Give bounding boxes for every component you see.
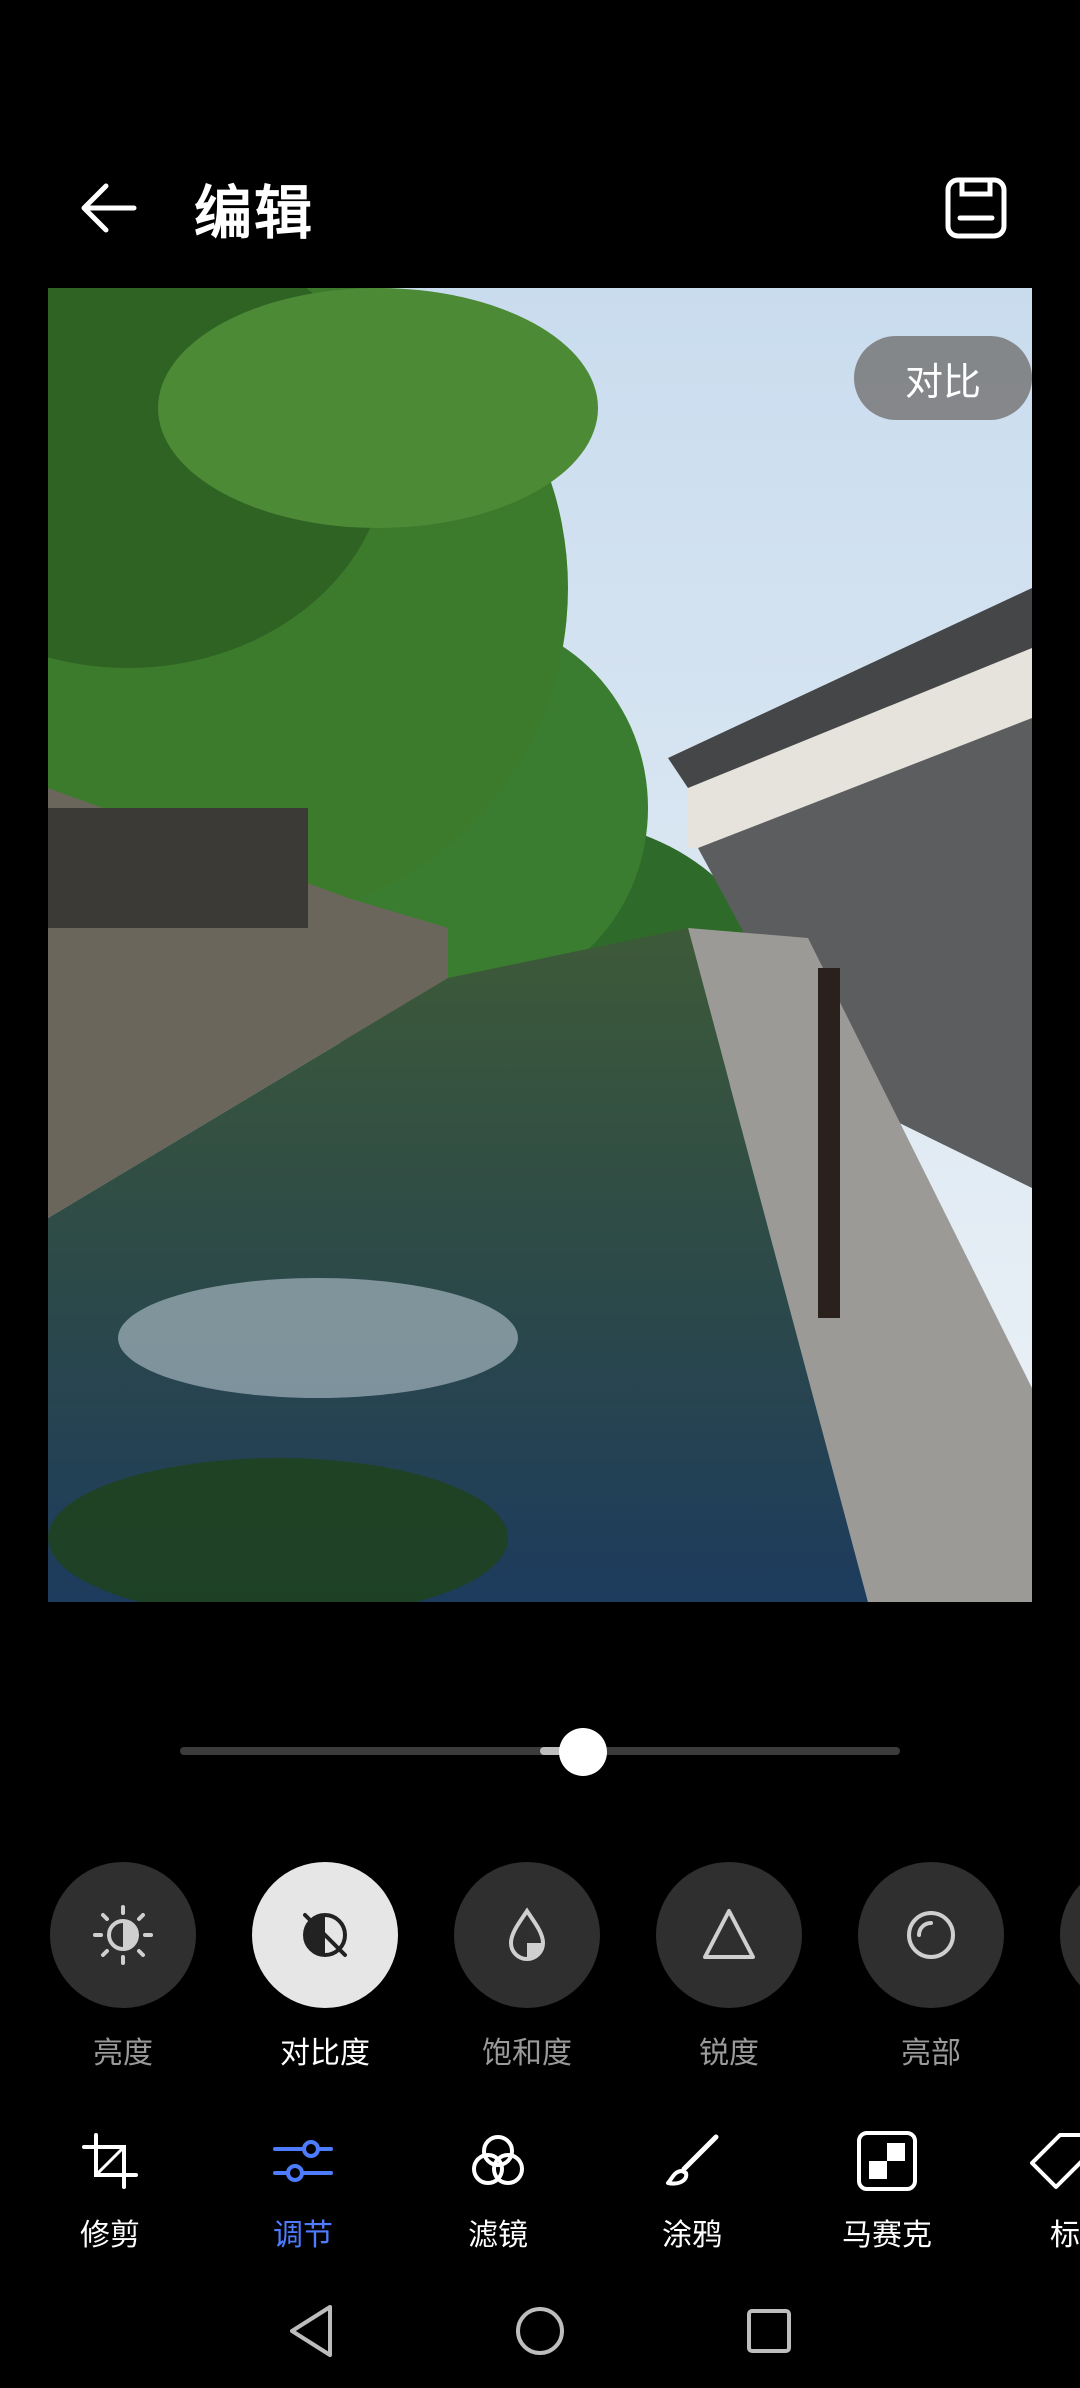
tool-label: 亮度 [93, 2036, 153, 2071]
tool-more-partial[interactable] [1060, 1862, 1080, 2008]
tab-crop[interactable]: 修剪 [40, 2128, 180, 2254]
brush-icon [666, 2134, 719, 2186]
nav-back-button[interactable] [276, 2296, 346, 2366]
adjust-icon [273, 2140, 333, 2182]
nav-home-button[interactable] [505, 2296, 575, 2366]
photo-canvas[interactable] [48, 288, 1032, 1602]
highlights-icon [907, 1911, 955, 1959]
arrow-left-icon [81, 183, 137, 233]
tool-label: 饱和度 [482, 2036, 572, 2071]
tool-highlights[interactable]: 亮部 [858, 1862, 1004, 2072]
tab-filter[interactable]: 滤镜 [428, 2128, 568, 2254]
triangle-back-icon [290, 2305, 332, 2357]
filter-icon [472, 2135, 524, 2185]
mosaic-icon [857, 2131, 917, 2191]
page-title: 编辑 [194, 179, 315, 247]
tool-brightness-button[interactable] [50, 1862, 196, 2008]
tab-label: 调节 [273, 2218, 333, 2253]
tool-saturation-button[interactable] [454, 1862, 600, 2008]
tool-label: 亮部 [901, 2036, 961, 2071]
tab-adjust[interactable]: 调节 [233, 2128, 373, 2254]
circle-home-icon [516, 2307, 564, 2355]
tab-label: 标 [1050, 2218, 1080, 2253]
slider-thumb[interactable] [559, 1728, 608, 1776]
tag-icon [1030, 2133, 1080, 2189]
contrast-slider[interactable] [180, 1720, 900, 1780]
square-recents-icon [747, 2309, 791, 2353]
tool-contrast[interactable]: 对比度 [252, 1862, 398, 2072]
contrast-icon [303, 1913, 347, 1957]
tool-label: 对比度 [280, 2036, 370, 2071]
tool-contrast-button[interactable] [252, 1862, 398, 2008]
tool-saturation[interactable]: 饱和度 [454, 1862, 600, 2072]
sharpness-icon [703, 1909, 755, 1959]
tool-label: 锐度 [699, 2036, 759, 2071]
nav-recents-button[interactable] [734, 2296, 804, 2366]
tool-sharpness[interactable]: 锐度 [656, 1862, 802, 2072]
brightness-icon [93, 1905, 153, 1965]
tool-brightness[interactable]: 亮度 [50, 1862, 196, 2072]
tab-label: 马赛克 [842, 2218, 932, 2253]
tab-mosaic[interactable]: 马赛克 [817, 2128, 957, 2254]
back-button[interactable] [60, 160, 156, 256]
tool-highlights-button[interactable] [858, 1862, 1004, 2008]
saturation-icon [508, 1907, 546, 1961]
effect-tag: 对比 [854, 336, 1032, 420]
tab-tag-partial[interactable]: 标 [1020, 2128, 1080, 2254]
tab-label: 涂鸦 [662, 2218, 722, 2253]
tool-sharpness-button[interactable] [656, 1862, 802, 2008]
tab-label: 滤镜 [468, 2218, 528, 2253]
save-icon [945, 177, 1007, 239]
tool-more-button[interactable] [1060, 1862, 1080, 2008]
tab-doodle[interactable]: 涂鸦 [622, 2128, 762, 2254]
tab-label: 修剪 [80, 2218, 140, 2253]
save-button[interactable] [930, 162, 1022, 254]
crop-icon [82, 2133, 138, 2189]
